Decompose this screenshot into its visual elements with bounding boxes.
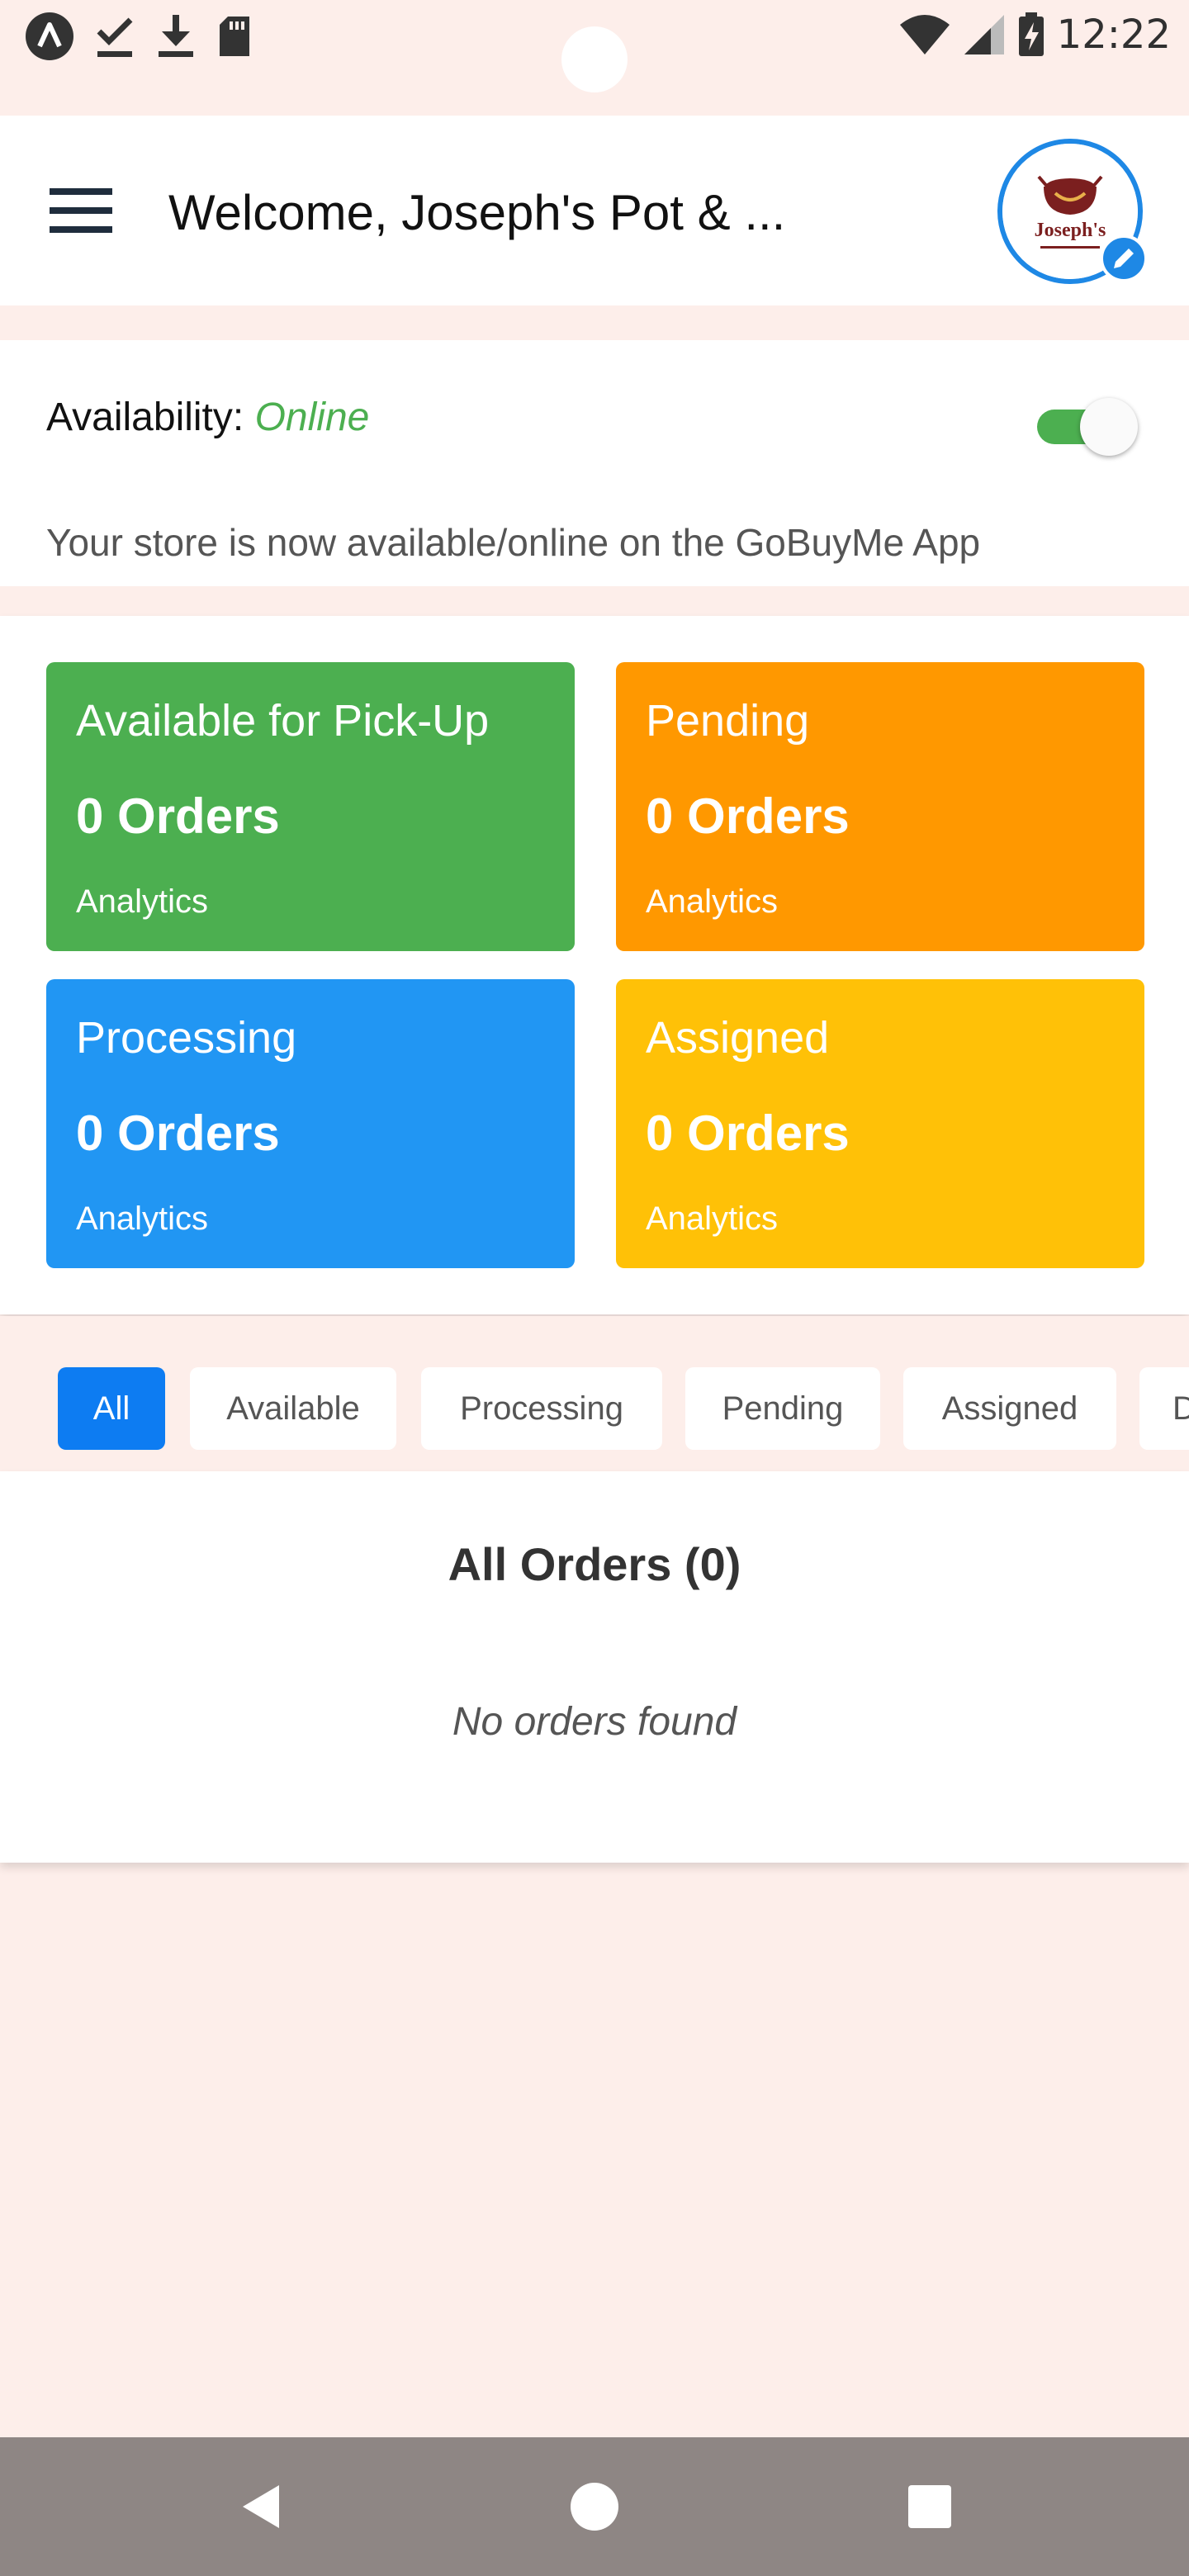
back-icon <box>243 2485 279 2528</box>
home-icon <box>571 2483 618 2531</box>
stat-count: 0 Orders <box>76 788 280 844</box>
menu-button[interactable] <box>50 187 124 253</box>
filter-chip-available[interactable]: Available <box>190 1367 396 1450</box>
analytics-link[interactable]: Analytics <box>76 1200 208 1238</box>
availability-row: Availability: Online <box>46 395 369 440</box>
analytics-link[interactable]: Analytics <box>646 1200 778 1238</box>
order-stats-panel: Available for Pick-Up 0 Orders Analytics… <box>0 616 1189 1314</box>
download-icon <box>159 15 193 57</box>
clock: 12:22 <box>1056 12 1171 58</box>
store-logo-text: Joseph's <box>1035 220 1106 241</box>
stat-title: Pending <box>646 696 810 746</box>
status-bar-system: 12:22 <box>898 12 1171 58</box>
stat-count: 0 Orders <box>646 1106 850 1161</box>
orders-empty-message: No orders found <box>452 1700 737 1744</box>
filter-chip-pending[interactable]: Pending <box>685 1367 880 1450</box>
stat-count: 0 Orders <box>646 788 850 844</box>
nav-recents-button[interactable] <box>897 2474 963 2540</box>
camera-cutout <box>561 26 628 92</box>
stat-card-pending[interactable]: Pending 0 Orders Analytics <box>616 662 1144 951</box>
stat-card-assigned[interactable]: Assigned 0 Orders Analytics <box>616 979 1144 1268</box>
availability-label: Availability: <box>46 395 244 439</box>
analytics-link[interactable]: Analytics <box>646 883 778 921</box>
app-logo-icon <box>26 12 73 60</box>
availability-status: Online <box>254 395 370 439</box>
download-done-icon <box>97 17 133 57</box>
analytics-link[interactable]: Analytics <box>76 883 208 921</box>
battery-charging-icon <box>1018 12 1044 56</box>
stat-title: Available for Pick-Up <box>76 696 490 746</box>
stat-title: Assigned <box>646 1013 830 1063</box>
filter-chip-partial[interactable]: D <box>1139 1367 1189 1450</box>
edit-avatar-button[interactable] <box>1100 234 1148 282</box>
nav-back-button[interactable] <box>228 2474 294 2540</box>
pencil-icon <box>1114 249 1134 268</box>
status-bar: 12:22 <box>0 0 1189 116</box>
availability-toggle[interactable] <box>1037 398 1138 456</box>
recents-icon <box>908 2485 951 2528</box>
store-avatar[interactable]: Joseph's <box>997 139 1148 284</box>
availability-message: Your store is now available/online on th… <box>46 521 981 564</box>
filter-chip-all[interactable]: All <box>58 1367 165 1450</box>
orders-title: All Orders (0) <box>448 1538 741 1590</box>
nav-home-button[interactable] <box>561 2474 628 2540</box>
order-filter-bar: All Available Processing Pending Assigne… <box>0 1316 1189 1471</box>
filter-chip-assigned[interactable]: Assigned <box>903 1367 1116 1450</box>
availability-card: Availability: Online Your store is now a… <box>0 340 1189 586</box>
status-bar-notifications <box>25 12 253 61</box>
wifi-icon <box>899 15 950 54</box>
app-header: Welcome, Joseph's Pot & ... Joseph's <box>0 116 1189 305</box>
system-nav-bar <box>0 2437 1189 2576</box>
orders-panel: All Orders (0) No orders found <box>0 1471 1189 1863</box>
stat-card-available[interactable]: Available for Pick-Up 0 Orders Analytics <box>46 662 575 951</box>
sd-card-icon <box>220 17 249 56</box>
hamburger-menu-icon <box>50 188 112 233</box>
page-title: Welcome, Joseph's Pot & ... <box>168 185 786 240</box>
stat-title: Processing <box>76 1013 297 1063</box>
toggle-thumb <box>1080 398 1138 456</box>
stat-count: 0 Orders <box>76 1106 280 1161</box>
stat-card-processing[interactable]: Processing 0 Orders Analytics <box>46 979 575 1268</box>
cell-signal-icon <box>964 15 1004 54</box>
filter-chip-processing[interactable]: Processing <box>421 1367 662 1450</box>
